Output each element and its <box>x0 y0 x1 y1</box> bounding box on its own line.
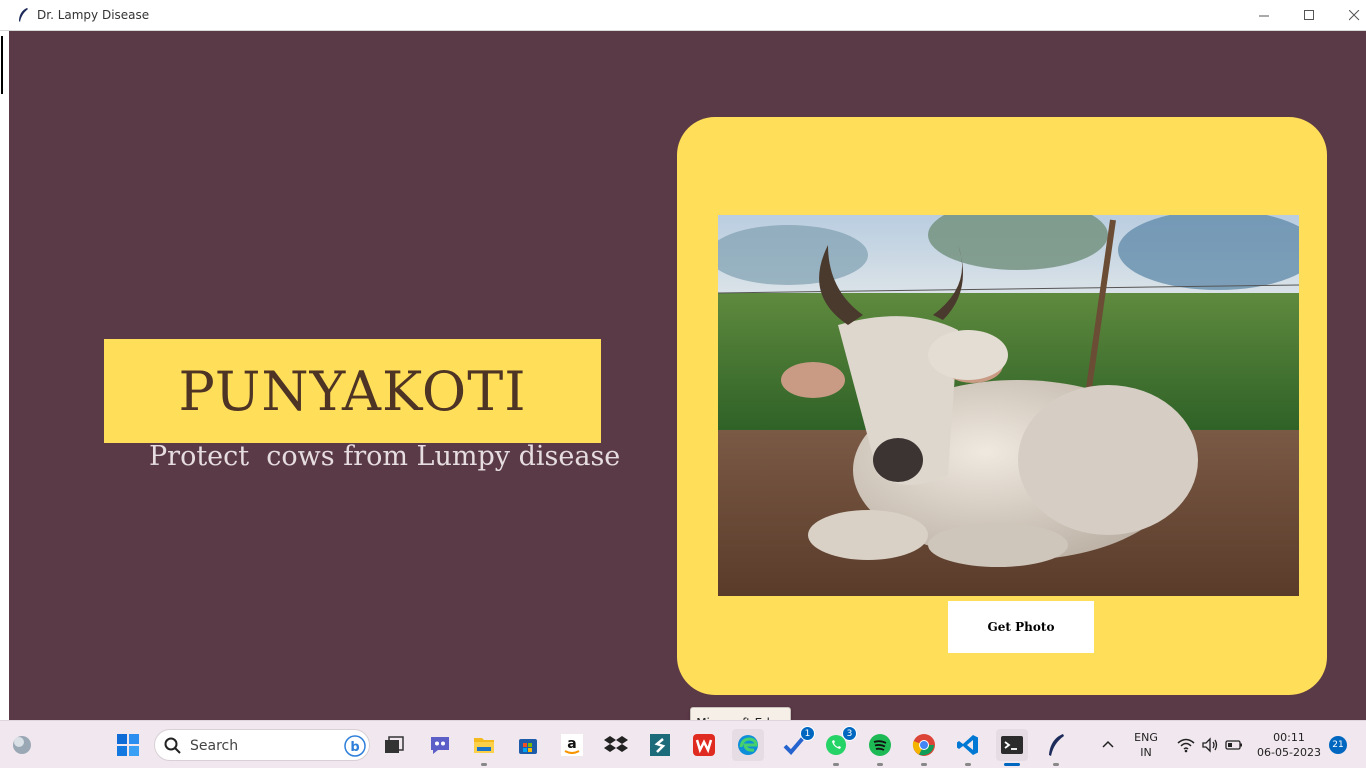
language-region: IN <box>1140 746 1152 759</box>
close-button[interactable] <box>1331 0 1366 31</box>
close-icon <box>1348 10 1359 21</box>
system-status-icons[interactable] <box>1172 721 1248 768</box>
widgets-button[interactable] <box>6 729 38 761</box>
running-indicator <box>921 763 927 766</box>
amazon-icon: a <box>561 734 583 756</box>
battery-icon <box>1225 740 1242 750</box>
taskbar-search[interactable]: Search b <box>154 729 370 761</box>
running-indicator <box>833 763 839 766</box>
cow-photo <box>718 215 1299 596</box>
vscode-icon <box>957 735 978 755</box>
whatsapp-badge: 3 <box>842 726 857 741</box>
chat-button[interactable] <box>424 729 456 761</box>
folder-icon <box>474 738 494 753</box>
wifi-icon <box>1177 738 1195 753</box>
language-indicator[interactable]: ENG IN <box>1130 721 1162 768</box>
app-content: PUNYAKOTI Protect cows from Lumpy diseas… <box>0 31 1366 738</box>
svg-text:a: a <box>567 736 576 752</box>
vscode-button[interactable] <box>952 729 984 766</box>
maximize-button[interactable] <box>1286 0 1332 31</box>
spotify-icon <box>869 734 891 756</box>
s-app-icon <box>650 734 670 756</box>
clock[interactable]: 00:11 06-05-2023 <box>1252 721 1326 768</box>
search-placeholder: Search <box>190 738 239 754</box>
spotify-button[interactable] <box>864 729 896 766</box>
store-button[interactable] <box>512 729 544 761</box>
running-indicator <box>877 763 883 766</box>
feather-icon <box>19 8 28 22</box>
running-indicator <box>965 763 971 766</box>
search-icon <box>164 737 181 754</box>
edge-button[interactable] <box>732 729 764 761</box>
photo-card: Get Photo <box>677 117 1327 695</box>
terminal-icon <box>1001 736 1023 754</box>
taskbar: Search b a 1 3 ENG IN 00:11 06-05-2023 2… <box>0 720 1366 768</box>
edge-icon <box>738 735 758 755</box>
window-title: Dr. Lampy Disease <box>37 8 150 22</box>
s-app-button[interactable] <box>644 729 676 761</box>
weather-icon <box>13 736 31 754</box>
minimize-icon <box>1258 15 1269 17</box>
svg-text:b: b <box>350 740 359 755</box>
amazon-button[interactable]: a <box>556 729 588 761</box>
running-indicator <box>481 763 487 766</box>
feather-app-button[interactable] <box>1040 729 1072 766</box>
minimize-button[interactable] <box>1241 0 1287 31</box>
clock-date: 06-05-2023 <box>1257 746 1321 759</box>
running-indicator <box>1053 763 1059 766</box>
task-view-icon <box>385 736 404 753</box>
active-indicator <box>1004 763 1020 766</box>
wps-office-icon <box>693 734 715 756</box>
left-edge <box>0 31 9 720</box>
start-button[interactable] <box>112 729 144 761</box>
windows-start-icon <box>117 734 139 756</box>
whatsapp-button[interactable]: 3 <box>820 726 857 766</box>
task-view-button[interactable] <box>378 729 410 761</box>
todo-button[interactable]: 1 <box>778 726 815 761</box>
todo-badge: 1 <box>800 726 815 741</box>
window-title-bar: Dr. Lampy Disease <box>0 0 1366 31</box>
cow-image <box>718 215 1299 596</box>
terminal-button[interactable] <box>996 729 1028 766</box>
file-explorer-button[interactable] <box>468 729 500 766</box>
language-code: ENG <box>1134 731 1158 744</box>
dropbox-icon <box>604 736 628 752</box>
bing-icon: b <box>344 735 366 757</box>
tagline: Protect cows from Lumpy disease <box>149 441 621 472</box>
maximize-icon <box>1303 10 1314 20</box>
show-hidden-icons-button[interactable] <box>1092 729 1124 761</box>
chrome-icon <box>912 734 935 756</box>
chrome-button[interactable] <box>908 729 940 766</box>
volume-icon <box>1202 737 1218 753</box>
get-photo-button[interactable]: Get Photo <box>948 601 1094 653</box>
clock-time: 00:11 <box>1273 731 1305 744</box>
chevron-up-icon <box>1102 740 1114 748</box>
notification-badge[interactable]: 21 <box>1329 736 1347 754</box>
brand-banner: PUNYAKOTI <box>104 339 601 443</box>
store-icon <box>519 739 537 754</box>
brand-title: PUNYAKOTI <box>178 359 527 423</box>
dropbox-button[interactable] <box>600 729 632 761</box>
feather-icon <box>1049 734 1064 756</box>
teams-chat-icon <box>431 737 449 754</box>
wps-button[interactable] <box>688 729 720 761</box>
